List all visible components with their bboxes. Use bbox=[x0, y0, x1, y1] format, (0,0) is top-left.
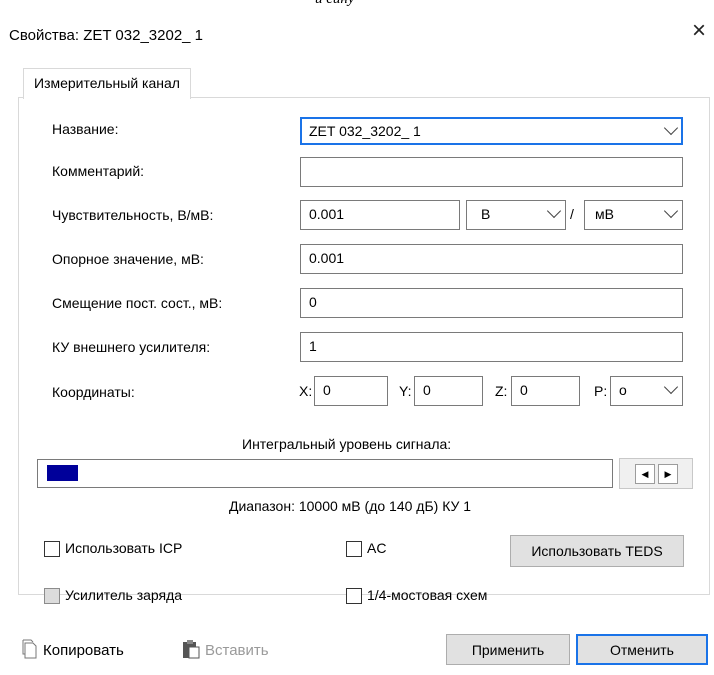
offset-input[interactable]: 0 bbox=[300, 288, 683, 318]
quarter-bridge-label: 1/4-мостовая схем bbox=[367, 587, 488, 603]
ext-gain-input[interactable]: 1 bbox=[300, 332, 683, 362]
close-icon[interactable]: × bbox=[686, 18, 712, 44]
charge-amp-label: Усилитель заряда bbox=[65, 587, 183, 603]
signal-level-fill bbox=[47, 465, 78, 481]
copy-button[interactable]: Копировать bbox=[43, 642, 124, 659]
coord-z-input[interactable]: 0 bbox=[511, 376, 580, 406]
scroll-left-icon[interactable]: ◀ bbox=[635, 464, 655, 484]
ext-gain-label: КУ внешнего усилителя: bbox=[52, 339, 211, 355]
range-text: Диапазон: 10000 мВ (до 140 дБ) КУ 1 bbox=[229, 498, 472, 514]
coord-y-label: Y: bbox=[399, 383, 412, 399]
ac-label: AC bbox=[367, 540, 387, 556]
ac-checkbox[interactable] bbox=[346, 541, 362, 557]
chevron-down-icon bbox=[546, 203, 562, 219]
copy-icon bbox=[22, 639, 37, 659]
signal-title: Интегральный уровень сигнала: bbox=[242, 436, 452, 452]
scroll-right-icon[interactable]: ▶ bbox=[658, 464, 678, 484]
level-scroll-buttons: ◀ ▶ bbox=[619, 458, 693, 489]
sensitivity-unit1-select[interactable]: В bbox=[466, 200, 566, 230]
coord-z-label: Z: bbox=[495, 383, 508, 399]
unit-separator: / bbox=[570, 206, 574, 222]
sensitivity-unit1-value: В bbox=[481, 206, 491, 222]
comment-label: Комментарий: bbox=[52, 163, 145, 179]
sensitivity-input[interactable]: 0.001 bbox=[300, 200, 460, 230]
coord-p-label: P: bbox=[594, 383, 608, 399]
reference-label: Опорное значение, мВ: bbox=[52, 251, 204, 267]
signal-level-bar bbox=[37, 459, 613, 488]
coord-p-value: о bbox=[619, 382, 627, 398]
quarter-bridge-checkbox[interactable] bbox=[346, 588, 362, 604]
name-label: Название: bbox=[52, 121, 119, 137]
chevron-down-icon bbox=[663, 203, 679, 219]
apply-button[interactable]: Применить bbox=[446, 634, 570, 665]
coord-x-input[interactable]: 0 bbox=[314, 376, 388, 406]
coord-y-input[interactable]: 0 bbox=[414, 376, 483, 406]
tab-measurement-channel[interactable]: Измерительный канал bbox=[23, 68, 191, 99]
sensitivity-unit2-select[interactable]: мВ bbox=[584, 200, 683, 230]
icp-label: Использовать ICP bbox=[65, 540, 183, 556]
sensitivity-label: Чувствительность, В/мВ: bbox=[52, 207, 214, 223]
use-teds-button[interactable]: Использовать TEDS bbox=[510, 535, 684, 567]
offset-label: Смещение пост. сост., мВ: bbox=[52, 295, 223, 311]
icp-checkbox[interactable] bbox=[44, 541, 60, 557]
title-bar: Свойства: ZET 032_3202_ 1 × bbox=[0, 6, 714, 52]
coords-label: Координаты: bbox=[52, 384, 135, 400]
coord-p-select[interactable]: о bbox=[610, 376, 683, 406]
reference-input[interactable]: 0.001 bbox=[300, 244, 683, 274]
charge-amp-checkbox[interactable] bbox=[44, 588, 60, 604]
name-value: ZET 032_3202_ 1 bbox=[309, 123, 421, 139]
paste-icon bbox=[183, 640, 200, 659]
window-title: Свойства: ZET 032_3202_ 1 bbox=[9, 27, 204, 44]
cancel-button[interactable]: Отменить bbox=[576, 634, 708, 665]
name-combobox[interactable]: ZET 032_3202_ 1 bbox=[300, 117, 683, 145]
chevron-down-icon bbox=[663, 379, 679, 395]
sensitivity-unit2-value: мВ bbox=[595, 206, 614, 222]
chevron-down-icon bbox=[663, 120, 679, 136]
paste-button[interactable]: Вставить bbox=[205, 642, 269, 659]
comment-input[interactable] bbox=[300, 157, 683, 187]
coord-x-label: X: bbox=[299, 383, 313, 399]
